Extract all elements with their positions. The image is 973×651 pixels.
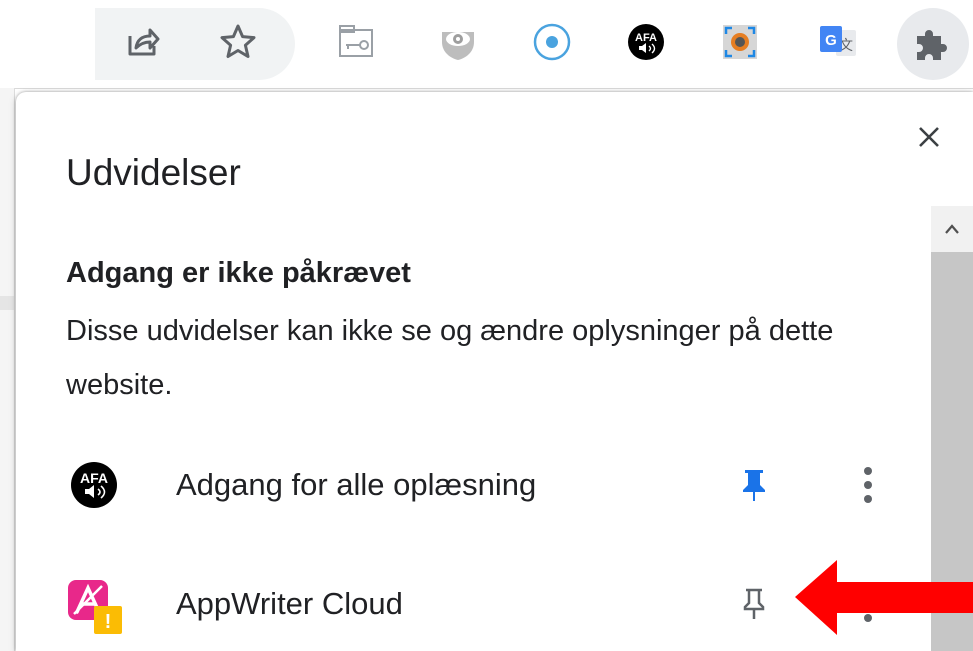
puzzle-piece-icon [917, 30, 947, 60]
key-extension-icon[interactable] [334, 20, 378, 64]
annotation-arrow-icon [795, 560, 973, 635]
svg-text:AFA: AFA [635, 32, 657, 44]
extension-row-afa[interactable]: AFA Adgang for alle oplæsning [56, 445, 916, 525]
eye-extension-icon[interactable] [436, 20, 480, 64]
popup-title: Udvidelser [66, 152, 241, 193]
warning-badge: ! [105, 611, 112, 633]
google-translate-extension-icon[interactable]: 文 G [816, 20, 860, 64]
svg-text:G: G [825, 32, 837, 49]
scroll-up-arrow-icon[interactable] [931, 206, 973, 252]
share-icon[interactable] [120, 20, 164, 64]
more-options-button[interactable] [846, 459, 890, 511]
afa-icon: AFA [64, 455, 124, 515]
bookmark-star-icon[interactable] [216, 20, 260, 64]
screen-capture-extension-icon[interactable] [718, 20, 762, 64]
appwriter-icon: ! [64, 574, 124, 634]
section-heading: Adgang er ikke påkrævet [66, 257, 411, 289]
afa-extension-icon[interactable]: AFA [624, 20, 668, 64]
more-vert-icon [864, 464, 872, 506]
pin-outline-icon [743, 588, 765, 619]
browser-toolbar: AFA 文 G [0, 0, 973, 89]
svg-text:AFA: AFA [80, 470, 108, 486]
extension-row-appwriter[interactable]: ! AppWriter Cloud [56, 564, 916, 644]
page-edge [0, 88, 15, 651]
pin-button[interactable] [732, 582, 776, 626]
pin-filled-icon [743, 470, 765, 501]
close-icon [919, 127, 939, 147]
section-description: Disse udvidelser kan ikke se og ændre op… [66, 315, 834, 401]
extension-name: Adgang for alle oplæsning [176, 467, 537, 502]
circle-dot-extension-icon[interactable] [530, 20, 574, 64]
close-button[interactable] [912, 120, 946, 154]
pin-button[interactable] [732, 463, 776, 507]
extension-name: AppWriter Cloud [176, 586, 403, 621]
extensions-button[interactable] [897, 8, 969, 80]
